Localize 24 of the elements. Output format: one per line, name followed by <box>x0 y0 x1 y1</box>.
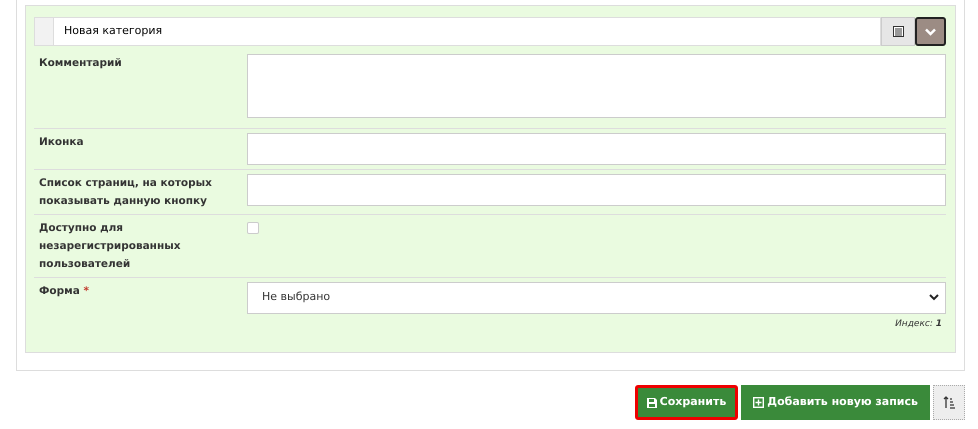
chevron-down-icon <box>929 294 939 301</box>
form-select[interactable]: Не выбрано <box>247 282 946 314</box>
save-button[interactable]: Сохранить <box>634 385 738 420</box>
field-label: Иконка <box>39 136 84 148</box>
field-label: Список страниц, на которых показывать данную кнопку <box>39 176 212 206</box>
drag-handle[interactable] <box>34 17 54 46</box>
add-record-button[interactable]: Добавить новую запись <box>741 385 930 420</box>
collapse-button[interactable] <box>915 17 946 46</box>
field-label: Форма <box>39 284 80 296</box>
checkbox[interactable] <box>247 222 259 234</box>
text-field[interactable] <box>247 132 946 164</box>
sort-button[interactable] <box>933 385 965 420</box>
comment-field[interactable] <box>247 54 946 118</box>
field-label: Комментарий <box>39 57 122 69</box>
category-name-field[interactable]: Новая категория <box>54 17 881 46</box>
field-label: Доступно для незарегистрированных пользователей <box>39 222 180 270</box>
list-icon <box>892 26 904 37</box>
index-label: Индекс: 1 <box>894 318 943 330</box>
required-mark: * <box>83 284 89 296</box>
sort-icon <box>943 396 955 409</box>
list-button[interactable] <box>881 17 915 46</box>
chevron-down-icon <box>925 28 936 36</box>
plus-square-icon <box>753 397 764 408</box>
text-field[interactable] <box>247 174 946 206</box>
